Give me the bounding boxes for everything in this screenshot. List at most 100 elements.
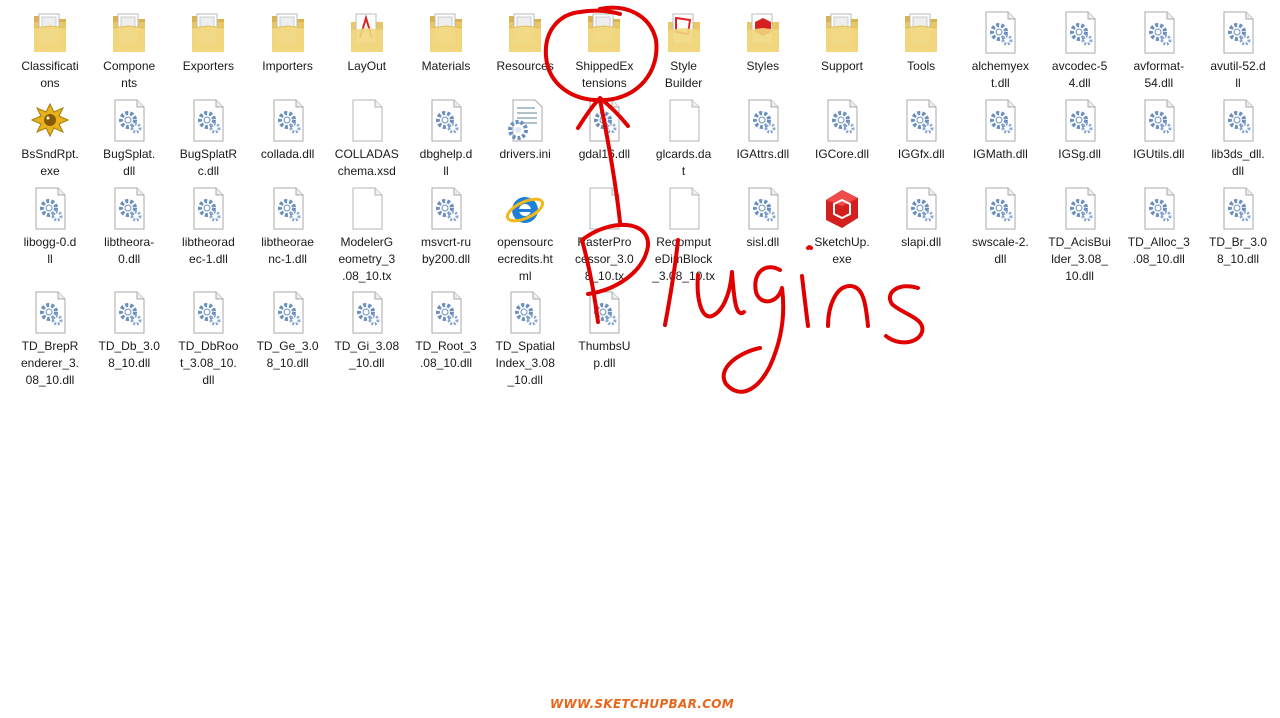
file-name-label: Recomput eDimBlock _3.08_10.tx [652, 235, 715, 283]
file-name-label: libtheorae nc-1.dll [261, 235, 314, 266]
dll-gear-icon [1060, 180, 1100, 232]
file-name-label: swscale-2. dll [972, 235, 1029, 266]
file-name-label: drivers.ini [499, 147, 551, 161]
file-name-label: Tools [907, 59, 936, 73]
blank-file-icon [347, 92, 387, 144]
dll-gear-icon [426, 180, 466, 232]
file-name-label: opensourc ecredits.ht ml [497, 235, 554, 283]
file-name-label: TD_AcisBui lder_3.08_ 10.dll [1048, 235, 1111, 283]
file-name-label: libtheorad ec-1.dll [182, 235, 235, 266]
file-name-label: RasterPro cessor_3.0 8_10.tx [575, 235, 634, 283]
blank-file-icon [584, 180, 624, 232]
folder-layout-icon [347, 4, 387, 56]
sketchup-icon [822, 180, 862, 232]
dll-gear-icon [901, 180, 941, 232]
file-item[interactable]: sisl.dll [724, 180, 802, 284]
file-item[interactable]: libtheora- 0.dll [90, 180, 168, 284]
ini-file-icon [505, 92, 545, 144]
file-name-label: SketchUp. exe [814, 235, 870, 266]
file-name-label: TD_Gi_3.08 _10.dll [334, 339, 400, 370]
dll-gear-icon [188, 92, 228, 144]
file-item[interactable]: TD_BrepR enderer_3. 08_10.dll [11, 284, 89, 388]
file-name-label: IGGfx.dll [897, 147, 945, 161]
file-name-label: avcodec-5 4.dll [1051, 59, 1108, 90]
dll-gear-icon [584, 92, 624, 144]
file-item[interactable]: slapi.dll [882, 180, 960, 284]
file-name-label: libogg-0.d ll [23, 235, 77, 266]
file-name-label: avutil-52.d ll [1210, 59, 1266, 90]
dll-gear-icon [743, 92, 783, 144]
file-item[interactable]: libogg-0.d ll [11, 180, 89, 284]
file-name-label: sisl.dll [746, 235, 780, 249]
file-name-label: IGSg.dll [1058, 147, 1101, 161]
dll-gear-icon [1139, 4, 1179, 56]
file-name-label: Classificati ons [21, 59, 79, 90]
file-name-label: Importers [262, 59, 313, 73]
file-name-label: IGCore.dll [814, 147, 870, 161]
file-item[interactable]: TD_Gi_3.08 _10.dll [328, 284, 406, 388]
dll-gear-icon [1218, 180, 1258, 232]
folder-icon [584, 4, 624, 56]
file-item[interactable]: TD_Alloc_3 .08_10.dll [1120, 180, 1198, 284]
file-name-label: ThumbsU p.dll [578, 339, 631, 370]
file-name-label: TD_Spatial Index_3.08 _10.dll [495, 339, 555, 387]
file-item[interactable]: libtheorae nc-1.dll [249, 180, 327, 284]
dll-gear-icon [980, 92, 1020, 144]
file-name-label: IGUtils.dll [1133, 147, 1185, 161]
file-name-label: avformat- 54.dll [1133, 59, 1185, 90]
dll-gear-icon [822, 92, 862, 144]
file-item[interactable]: SketchUp. exe [803, 180, 881, 284]
dll-gear-icon [1218, 92, 1258, 144]
blank-file-icon [347, 180, 387, 232]
dll-gear-icon [743, 180, 783, 232]
file-item[interactable]: msvcrt-ru by200.dll [407, 180, 485, 284]
file-name-label: LayOut [347, 59, 387, 73]
dll-gear-icon [1139, 92, 1179, 144]
file-name-label: COLLADAS chema.xsd [334, 147, 399, 178]
dll-gear-icon [584, 284, 624, 336]
file-name-label: ModelerG eometry_3 .08_10.tx [338, 235, 396, 283]
file-item[interactable]: ModelerG eometry_3 .08_10.tx [328, 180, 406, 284]
dll-gear-icon [980, 4, 1020, 56]
file-item[interactable]: TD_AcisBui lder_3.08_ 10.dll [1041, 180, 1119, 284]
file-item[interactable]: TD_DbRoo t_3.08_10. dll [169, 284, 247, 388]
file-name-label: Styles [746, 59, 780, 73]
folder-stylebuilder-icon [664, 4, 704, 56]
file-item[interactable]: TD_Br_3.0 8_10.dll [1199, 180, 1277, 284]
dll-gear-icon [109, 180, 149, 232]
file-item[interactable]: TD_Ge_3.0 8_10.dll [249, 284, 327, 388]
dll-gear-icon [1218, 4, 1258, 56]
folder-icon [109, 4, 149, 56]
dll-gear-icon [901, 92, 941, 144]
file-name-label: ShippedEx tensions [575, 59, 634, 90]
file-name-label: libtheora- 0.dll [104, 235, 155, 266]
sketchupbar-watermark: WWW.SKETCHUPBAR.COM [550, 697, 735, 711]
file-item[interactable]: TD_Db_3.0 8_10.dll [90, 284, 168, 388]
dll-gear-icon [505, 284, 545, 336]
dll-gear-icon [188, 180, 228, 232]
folder-icon [901, 4, 941, 56]
file-name-label: Compone nts [103, 59, 156, 90]
file-item[interactable]: libtheorad ec-1.dll [169, 180, 247, 284]
file-name-label: msvcrt-ru by200.dll [421, 235, 471, 266]
file-item[interactable]: opensourc ecredits.ht ml [486, 180, 564, 284]
file-item[interactable]: TD_Spatial Index_3.08 _10.dll [486, 284, 564, 388]
file-item[interactable]: RasterPro cessor_3.0 8_10.tx [565, 180, 643, 284]
dll-gear-icon [1060, 92, 1100, 144]
folder-icon [426, 4, 466, 56]
file-name-label: TD_Alloc_3 .08_10.dll [1127, 235, 1190, 266]
file-name-label: collada.dll [260, 147, 315, 161]
dll-gear-icon [109, 284, 149, 336]
file-item[interactable]: Recomput eDimBlock _3.08_10.tx [645, 180, 723, 284]
folder-icon [30, 4, 70, 56]
internet-explorer-icon [505, 180, 545, 232]
file-name-label: Exporters [182, 59, 235, 73]
file-item[interactable]: TD_Root_3 .08_10.dll [407, 284, 485, 388]
file-item[interactable]: swscale-2. dll [961, 180, 1039, 284]
file-name-label: BugSplat. dll [103, 147, 156, 178]
file-name-label: glcards.da t [655, 147, 712, 178]
file-item[interactable]: ThumbsU p.dll [565, 284, 643, 388]
blank-file-icon [664, 180, 704, 232]
dll-gear-icon [30, 284, 70, 336]
file-name-label: TD_DbRoo t_3.08_10. dll [178, 339, 239, 387]
